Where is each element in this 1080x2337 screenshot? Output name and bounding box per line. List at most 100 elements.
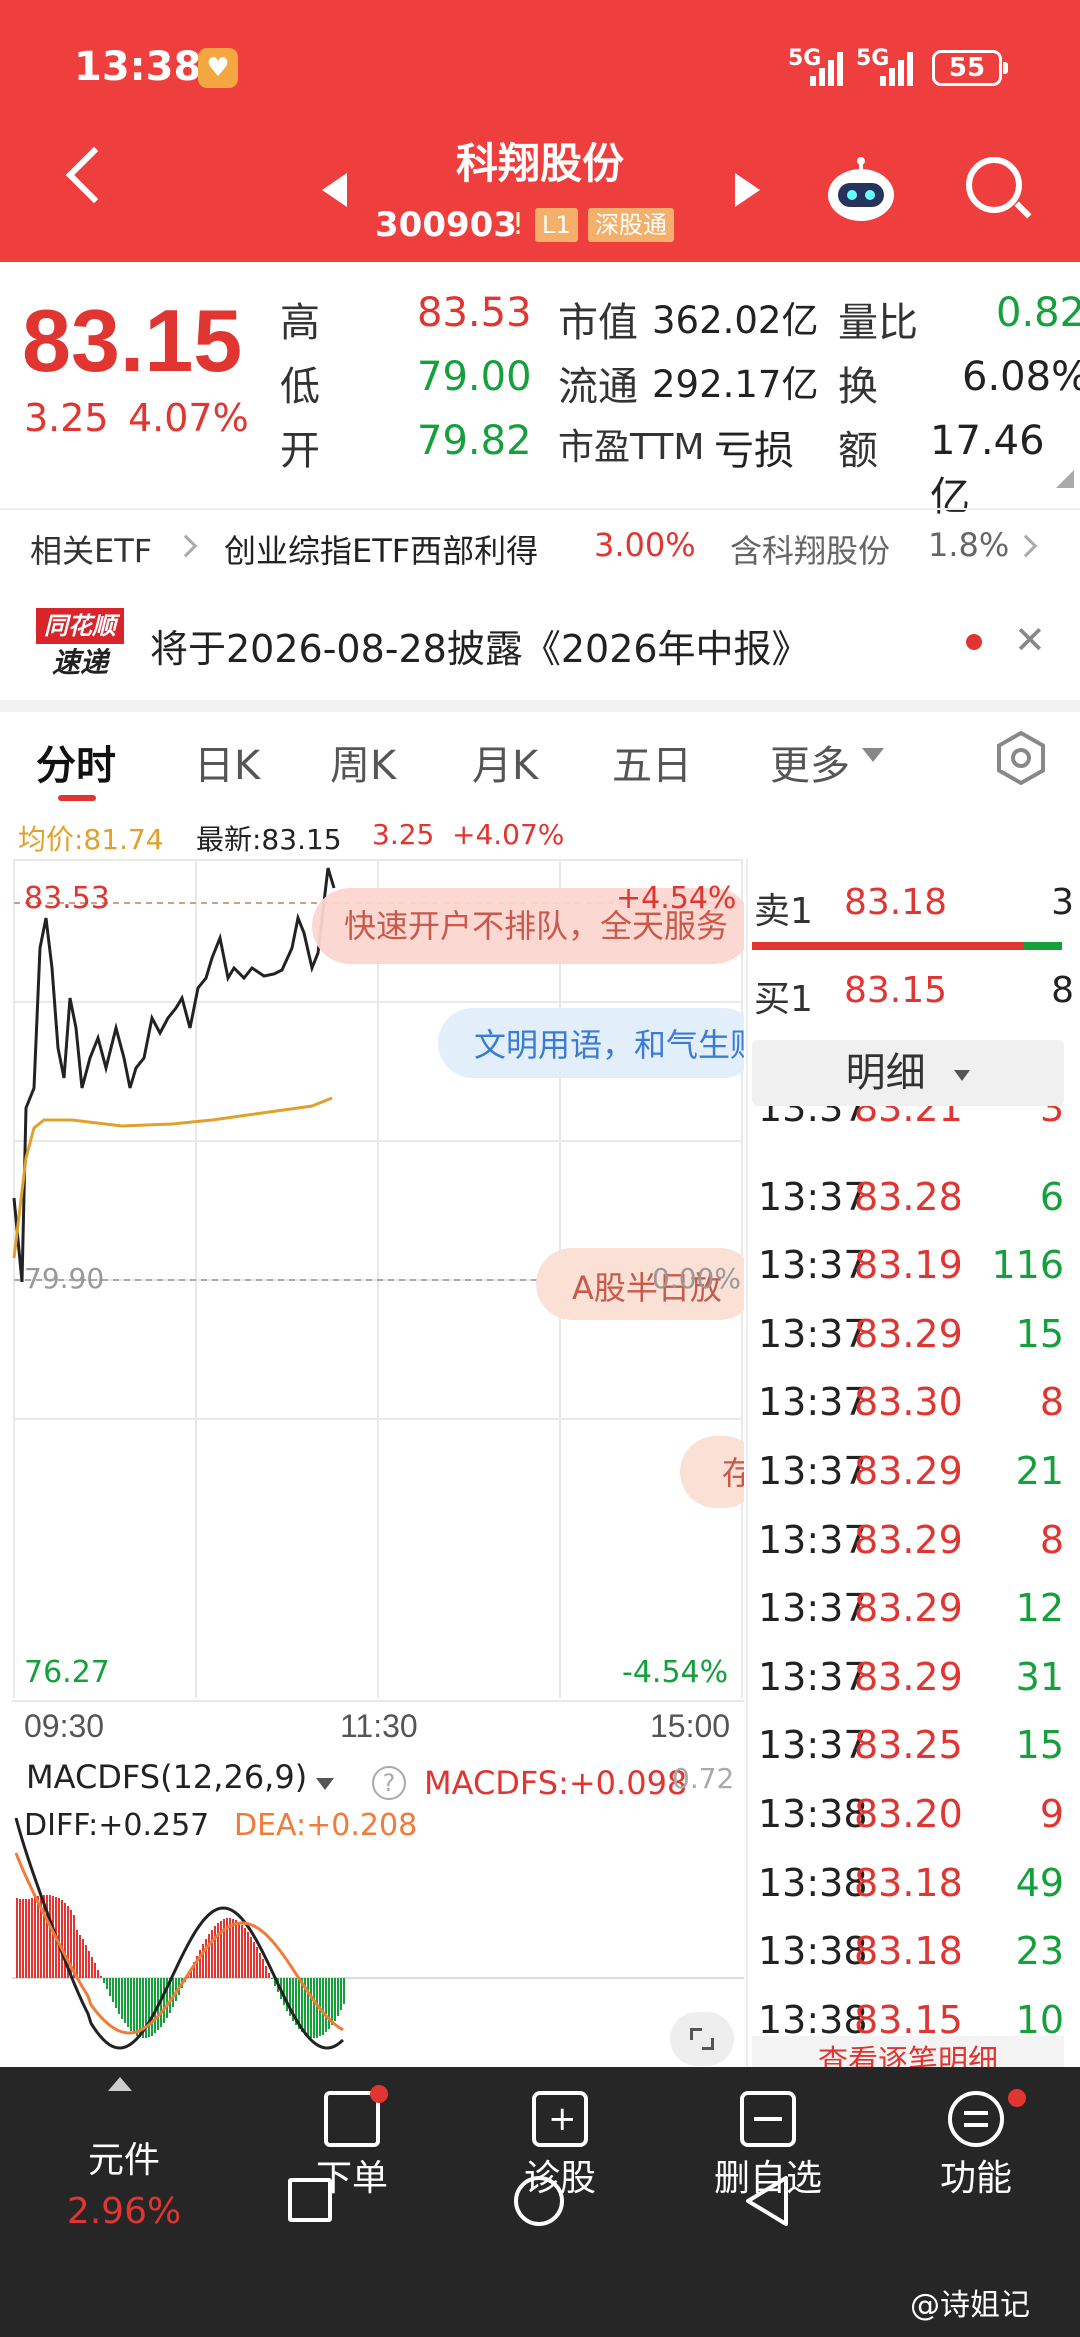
nav-diagnose[interactable]: + 诊股 <box>452 2067 668 2267</box>
avg-price-label: 均价:81.74 <box>18 823 164 856</box>
signal-icon <box>810 50 854 86</box>
macd-bar <box>130 1978 132 2031</box>
macd-bar <box>205 1939 207 1978</box>
trade-price: 83.29 <box>854 1654 963 1699</box>
battery-icon: 55 <box>932 50 1008 86</box>
nav-function[interactable]: 功能 <box>868 2067 1080 2267</box>
trade-time: 13:37 <box>758 1586 868 1631</box>
chevron-right-icon <box>174 534 198 558</box>
trade-row: 13:38 83.20 9 <box>758 1784 1064 1852</box>
level-tag: L1 <box>535 208 578 242</box>
trade-volume: 8 <box>1039 1517 1064 1562</box>
macd-bar <box>247 1932 249 1978</box>
trade-volume: 116 <box>991 1243 1064 1288</box>
trade-row: 13:37 83.29 8 <box>758 1510 1064 1578</box>
macd-bar <box>256 1947 258 1978</box>
trade-volume: 31 <box>1015 1654 1064 1699</box>
robot-assistant-icon[interactable] <box>826 157 896 223</box>
settings-icon[interactable] <box>993 730 1049 786</box>
close-icon[interactable]: ✕ <box>1014 618 1046 662</box>
macd-bar <box>118 1978 120 2014</box>
turnover-label: 换 <box>838 364 878 410</box>
volume-ratio-label: 量比 <box>838 300 918 346</box>
nav-remove-watchlist[interactable]: 删自选 <box>660 2067 876 2267</box>
tab-monthly-k[interactable]: 月K <box>472 733 538 791</box>
macd-bar <box>64 1903 66 1978</box>
current-price: 83.15 <box>22 291 243 390</box>
divider <box>0 700 1080 712</box>
macd-axis-top: 0.72 <box>672 1762 735 1795</box>
etf-pct: 3.00% <box>594 526 696 564</box>
help-icon[interactable]: ? <box>372 1766 406 1800</box>
turnover-value: 6.08% <box>962 354 1080 400</box>
search-icon[interactable] <box>966 157 1022 213</box>
tab-more[interactable]: 更多 <box>770 733 850 791</box>
macd-bar <box>241 1925 243 1978</box>
macd-title: MACDFS(12,26,9) <box>26 1758 308 1796</box>
view-all-trades-link[interactable]: 查看逐笔明细 <box>752 2036 1064 2068</box>
trade-price: 83.30 <box>854 1380 963 1425</box>
trade-row: 13:37 83.25 15 <box>758 1715 1064 1783</box>
macd-value: MACDFS:+0.098 <box>424 1764 688 1802</box>
macd-bar <box>133 1978 135 2034</box>
back-button[interactable] <box>742 2174 792 2228</box>
macd-bar <box>85 1945 87 1978</box>
recents-button[interactable] <box>288 2178 332 2222</box>
diagnose-icon: + <box>532 2091 588 2147</box>
bid-ratio-bar <box>1024 942 1062 950</box>
bid-1-row: 买1 83.15 8 <box>752 956 1074 1024</box>
macd-bar <box>100 1976 102 1978</box>
prev-stock-icon[interactable] <box>322 173 347 207</box>
low-value: 79.00 <box>417 354 532 400</box>
home-button[interactable] <box>514 2176 564 2226</box>
nav-order[interactable]: 下单 <box>244 2067 460 2267</box>
trade-row: 13:37 83.30 8 <box>758 1372 1064 1440</box>
macd-bar <box>337 1978 339 2016</box>
trade-price: 83.20 <box>854 1792 963 1836</box>
trade-price: 83.19 <box>854 1243 963 1288</box>
macd-bar <box>238 1922 240 1978</box>
divider <box>746 858 748 2068</box>
chart-bottom-price: 76.27 <box>24 1655 110 1690</box>
next-stock-icon[interactable] <box>735 173 760 207</box>
tab-intraday[interactable]: 分时 <box>36 733 116 791</box>
macd-bar <box>244 1928 246 1978</box>
price-change-pct: 4.07% <box>128 396 249 440</box>
tonghuashun-logo: 同花顺 速递 <box>36 608 124 682</box>
macd-bar <box>151 1978 153 2036</box>
ask-label: 卖1 <box>754 891 813 932</box>
expand-corner-icon[interactable] <box>1056 470 1074 488</box>
macd-bar <box>154 1978 156 2033</box>
ad-text-4: 存 <box>722 1454 744 1492</box>
time-1130: 11:30 <box>340 1708 418 1744</box>
trade-time: 13:37 <box>758 1311 868 1356</box>
bid-label: 买1 <box>754 979 813 1020</box>
nav-sector[interactable]: 元件 2.96% <box>16 2067 232 2267</box>
macd-bar <box>127 1978 129 2027</box>
macd-bar <box>22 1899 24 1978</box>
macd-selector[interactable]: MACDFS(12,26,9) <box>18 1758 343 1804</box>
view-all-label: 查看逐笔明细 <box>818 2044 998 2068</box>
trade-row: 13:37 83.19 116 <box>758 1235 1064 1303</box>
macd-bar <box>52 1896 54 1978</box>
chart-bottom-pct: -4.54% <box>622 1655 728 1690</box>
trade-row: 13:38 83.18 23 <box>758 1921 1064 1989</box>
tab-weekly-k[interactable]: 周K <box>330 733 396 791</box>
related-etf-row[interactable]: 相关ETF 创业综指ETF西部利得 3.00% 含科翔股份 1.8% <box>0 508 1080 584</box>
market-cap-label: 市值 <box>558 300 638 346</box>
intraday-chart[interactable]: 快速开户不排队，全天服务 +4.54% 83.53 文明用语，和气生财 A股半日… <box>12 858 744 1698</box>
macd-bar <box>211 1930 213 1978</box>
stock-name: 科翔股份 <box>455 139 624 188</box>
trade-price: 83.29 <box>854 1586 963 1631</box>
trade-time: 13:37 <box>758 1380 868 1425</box>
etf-name: 创业综指ETF西部利得 <box>224 532 539 570</box>
ask-ratio-bar <box>752 942 1024 950</box>
fullscreen-icon[interactable] <box>670 2012 734 2066</box>
detail-dropdown[interactable]: 明细 <box>752 1040 1064 1106</box>
tab-daily-k[interactable]: 日K <box>194 733 260 791</box>
tab-five-day[interactable]: 五日 <box>612 733 692 791</box>
volume-ratio-value: 0.82 <box>996 290 1080 336</box>
ask-price: 83.18 <box>844 882 948 923</box>
amount-label: 额 <box>838 428 878 474</box>
news-text: 将于2026-08-28披露《2026年中报》 <box>150 627 810 671</box>
